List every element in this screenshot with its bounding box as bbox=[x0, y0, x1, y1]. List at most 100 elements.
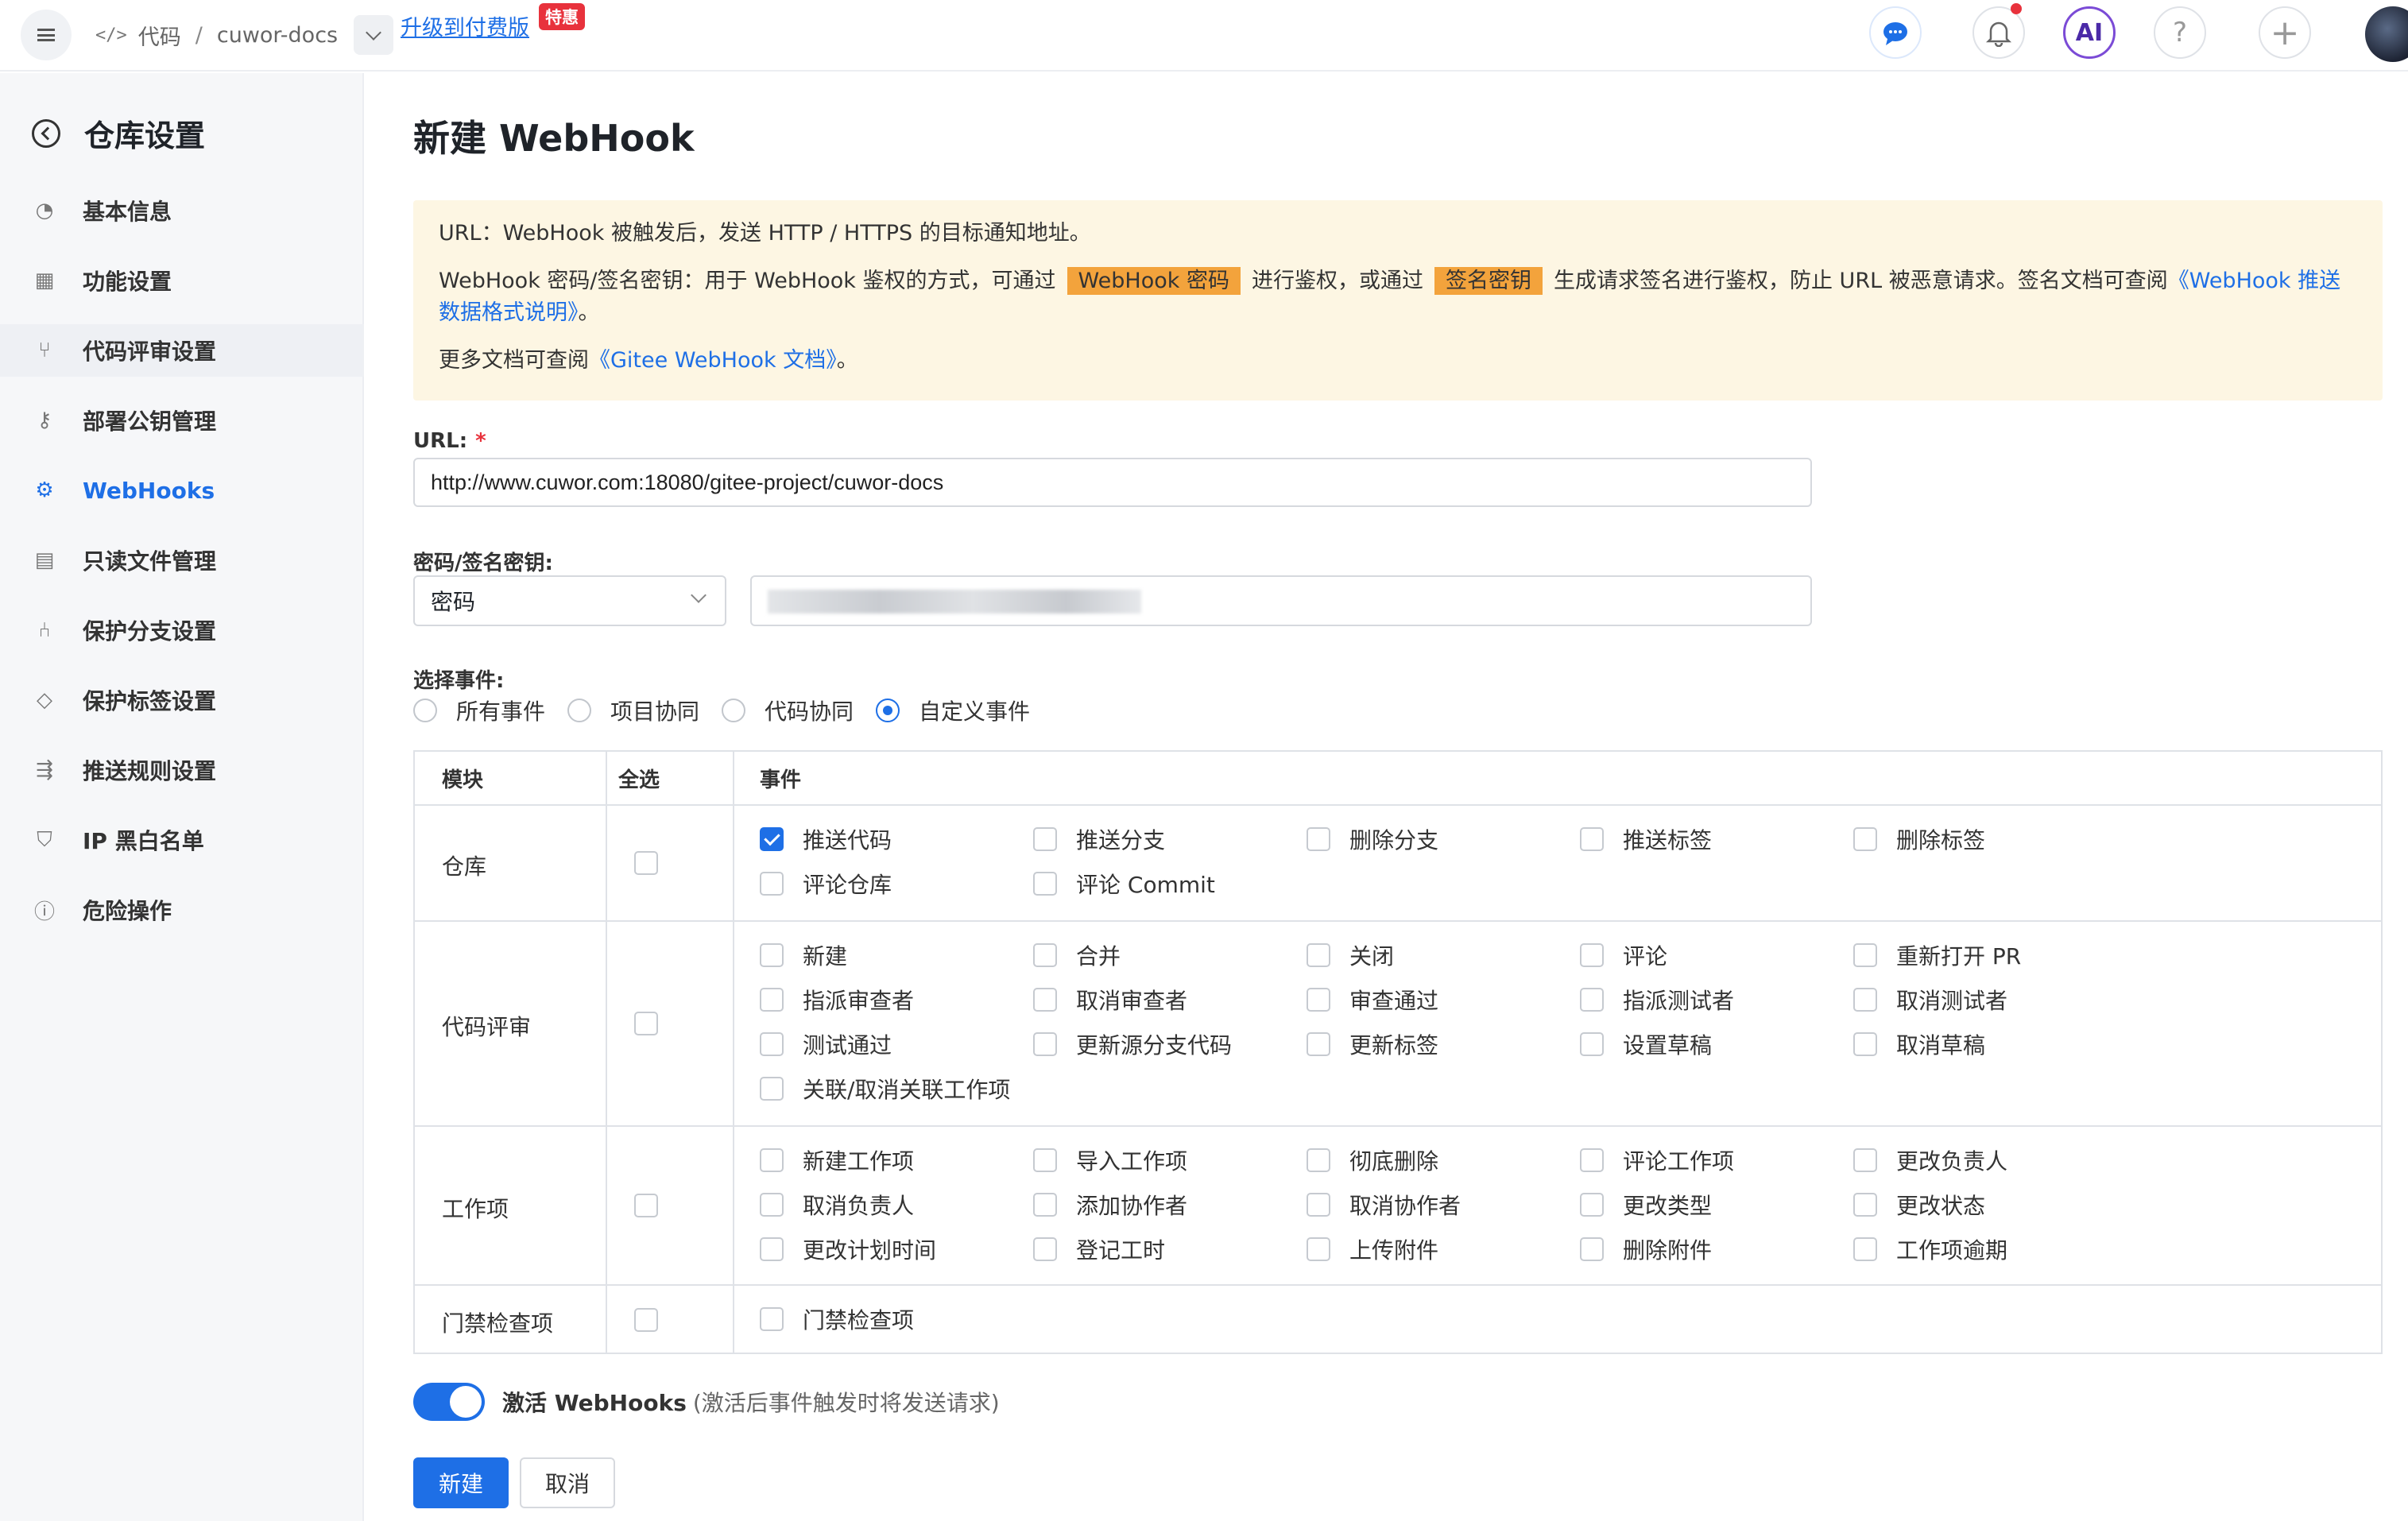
event-option[interactable]: 新建 bbox=[760, 939, 847, 971]
checkbox[interactable] bbox=[760, 1032, 784, 1056]
checkbox[interactable] bbox=[1307, 1148, 1330, 1172]
sidebar-item-readonly-files[interactable]: ▤ 只读文件管理 bbox=[0, 534, 364, 586]
checkbox[interactable] bbox=[1307, 988, 1330, 1012]
breadcrumb-code[interactable]: 代码 bbox=[138, 20, 181, 51]
checkbox[interactable] bbox=[1853, 1193, 1877, 1217]
event-option[interactable]: 关联/取消关联工作项 bbox=[760, 1073, 1010, 1105]
event-option[interactable]: 指派测试者 bbox=[1580, 984, 1734, 1016]
checkbox[interactable] bbox=[1033, 872, 1057, 896]
checkbox[interactable] bbox=[1307, 1032, 1330, 1056]
event-option[interactable]: 取消审查者 bbox=[1033, 984, 1187, 1016]
radio-code-collab[interactable]: 代码协同 bbox=[722, 695, 854, 726]
event-option[interactable]: 取消协作者 bbox=[1307, 1189, 1461, 1221]
select-all-checkbox[interactable] bbox=[634, 1012, 658, 1035]
menu-button[interactable] bbox=[21, 10, 72, 60]
checkbox[interactable] bbox=[1853, 1148, 1877, 1172]
checkbox[interactable] bbox=[1307, 943, 1330, 967]
sidebar-item-basic-info[interactable]: ◔ 基本信息 bbox=[0, 184, 364, 237]
breadcrumb-repo[interactable]: cuwor-docs bbox=[217, 23, 338, 48]
chat-assistant-button[interactable] bbox=[1869, 6, 1922, 59]
checkbox[interactable] bbox=[1033, 827, 1057, 851]
event-option[interactable]: 取消测试者 bbox=[1853, 984, 2007, 1016]
cancel-button[interactable]: 取消 bbox=[520, 1457, 615, 1508]
event-option[interactable]: 更改计划时间 bbox=[760, 1233, 936, 1265]
checkbox[interactable] bbox=[1580, 1193, 1604, 1217]
checkbox[interactable] bbox=[760, 988, 784, 1012]
checkbox[interactable] bbox=[1307, 1237, 1330, 1261]
event-option[interactable]: 审查通过 bbox=[1307, 984, 1438, 1016]
select-all-checkbox[interactable] bbox=[634, 1194, 658, 1217]
checkbox[interactable] bbox=[760, 1148, 784, 1172]
checkbox[interactable] bbox=[1033, 943, 1057, 967]
checkbox[interactable] bbox=[1853, 827, 1877, 851]
checkbox[interactable] bbox=[1580, 1237, 1604, 1261]
help-button[interactable]: ? bbox=[2154, 6, 2206, 59]
event-option[interactable]: 删除分支 bbox=[1307, 823, 1438, 855]
activate-toggle[interactable] bbox=[413, 1383, 485, 1421]
event-option[interactable]: 更新标签 bbox=[1307, 1028, 1438, 1060]
event-option[interactable]: 删除标签 bbox=[1853, 823, 1985, 855]
event-option[interactable]: 工作项逾期 bbox=[1853, 1233, 2007, 1265]
radio-all-events[interactable]: 所有事件 bbox=[413, 695, 545, 726]
sidebar-item-code-review[interactable]: ⑂ 代码评审设置 bbox=[0, 324, 364, 377]
event-option[interactable]: 更新源分支代码 bbox=[1033, 1028, 1232, 1060]
checkbox-checked[interactable] bbox=[760, 827, 784, 851]
event-option[interactable]: 推送分支 bbox=[1033, 823, 1165, 855]
event-option[interactable]: 登记工时 bbox=[1033, 1233, 1165, 1265]
back-icon[interactable] bbox=[32, 118, 60, 148]
event-option[interactable]: 设置草稿 bbox=[1580, 1028, 1712, 1060]
create-button[interactable]: 新建 bbox=[413, 1457, 509, 1508]
upgrade-link[interactable]: 升级到付费版 bbox=[401, 13, 529, 45]
avatar[interactable] bbox=[2365, 6, 2408, 62]
checkbox[interactable] bbox=[1853, 1032, 1877, 1056]
event-option[interactable]: 更改负责人 bbox=[1853, 1144, 2007, 1176]
checkbox[interactable] bbox=[1033, 1237, 1057, 1261]
select-all-checkbox[interactable] bbox=[634, 1308, 658, 1332]
event-option[interactable]: 上传附件 bbox=[1307, 1233, 1438, 1265]
checkbox[interactable] bbox=[1033, 1032, 1057, 1056]
event-option[interactable]: 关闭 bbox=[1307, 939, 1394, 971]
event-option[interactable]: 推送代码 bbox=[760, 823, 892, 855]
checkbox[interactable] bbox=[1033, 1148, 1057, 1172]
event-option[interactable]: 测试通过 bbox=[760, 1028, 892, 1060]
event-option[interactable]: 删除附件 bbox=[1580, 1233, 1712, 1265]
checkbox[interactable] bbox=[1580, 1148, 1604, 1172]
event-option[interactable]: 门禁检查项 bbox=[760, 1303, 914, 1335]
checkbox[interactable] bbox=[760, 1077, 784, 1101]
radio-custom-events[interactable]: 自定义事件 bbox=[876, 695, 1030, 726]
checkbox[interactable] bbox=[1853, 1237, 1877, 1261]
sidebar-item-webhooks[interactable]: ⚙ WebHooks bbox=[0, 464, 364, 517]
url-input[interactable] bbox=[413, 458, 1812, 507]
create-new-button[interactable]: + bbox=[2259, 6, 2311, 59]
event-option[interactable]: 重新打开 PR bbox=[1853, 939, 2021, 971]
sidebar-item-deploy-keys[interactable]: ⚷ 部署公钥管理 bbox=[0, 394, 364, 447]
gitee-webhook-doc-link[interactable]: 《Gitee WebHook 文档》 bbox=[589, 348, 837, 373]
secret-type-select[interactable]: 密码 bbox=[413, 575, 726, 626]
sidebar-item-protected-branches[interactable]: ⑃ 保护分支设置 bbox=[0, 604, 364, 656]
sidebar-item-protected-tags[interactable]: ◇ 保护标签设置 bbox=[0, 674, 364, 726]
sidebar-item-danger-zone[interactable]: ⓘ 危险操作 bbox=[0, 884, 364, 936]
secret-input[interactable] bbox=[750, 575, 1812, 626]
event-option[interactable]: 导入工作项 bbox=[1033, 1144, 1187, 1176]
ai-button[interactable]: AI bbox=[2063, 6, 2116, 59]
event-option[interactable]: 取消草稿 bbox=[1853, 1028, 1985, 1060]
radio-project-collab[interactable]: 项目协同 bbox=[567, 695, 699, 726]
event-option[interactable]: 评论 Commit bbox=[1033, 868, 1215, 900]
event-option[interactable]: 新建工作项 bbox=[760, 1144, 914, 1176]
sidebar-item-ip-list[interactable]: ⛉ IP 黑白名单 bbox=[0, 814, 364, 866]
checkbox[interactable] bbox=[760, 1237, 784, 1261]
event-option[interactable]: 评论仓库 bbox=[760, 868, 892, 900]
sidebar-item-features[interactable]: ▦ 功能设置 bbox=[0, 254, 364, 307]
checkbox[interactable] bbox=[760, 1193, 784, 1217]
checkbox[interactable] bbox=[1580, 988, 1604, 1012]
checkbox[interactable] bbox=[1307, 827, 1330, 851]
checkbox[interactable] bbox=[1853, 988, 1877, 1012]
checkbox[interactable] bbox=[1033, 1193, 1057, 1217]
event-option[interactable]: 添加协作者 bbox=[1033, 1189, 1187, 1221]
event-option[interactable]: 更改类型 bbox=[1580, 1189, 1712, 1221]
checkbox[interactable] bbox=[1580, 827, 1604, 851]
repo-switch-dropdown[interactable] bbox=[354, 15, 394, 55]
checkbox[interactable] bbox=[1853, 943, 1877, 967]
event-option[interactable]: 彻底删除 bbox=[1307, 1144, 1438, 1176]
checkbox[interactable] bbox=[1033, 988, 1057, 1012]
